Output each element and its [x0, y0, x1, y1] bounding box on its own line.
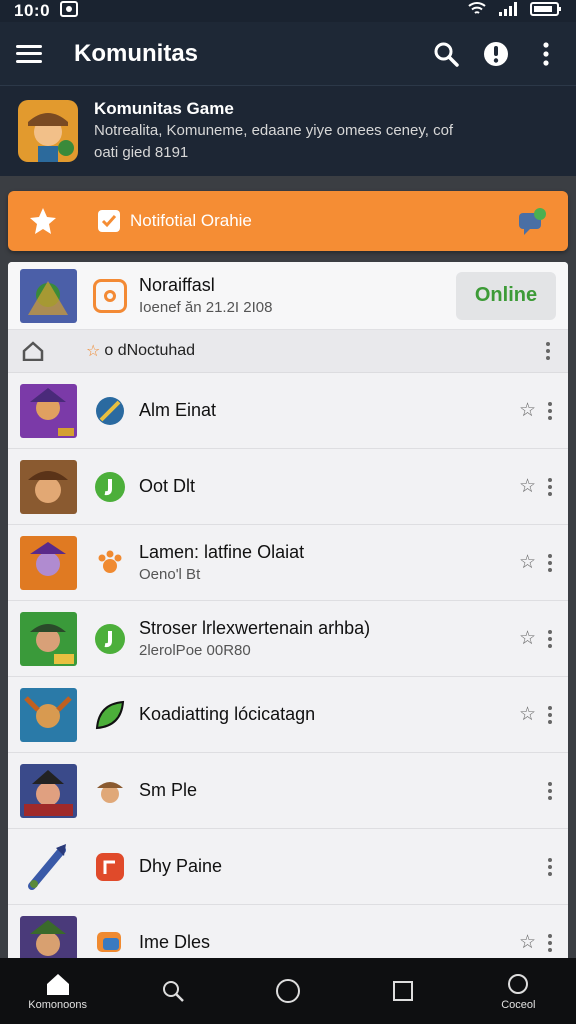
alert-icon[interactable] [482, 40, 510, 68]
list-item[interactable]: Ime Dles ☆ [8, 905, 568, 962]
favorite-star-icon[interactable]: ☆ [519, 399, 536, 422]
item-subtitle: 2lerolPoe 00R80 [139, 642, 251, 659]
menu-icon[interactable] [16, 44, 42, 63]
banner-label: Notifotial Orahie [130, 211, 252, 230]
star-icon [28, 206, 58, 236]
wifi-icon [468, 1, 486, 22]
chat-bubble-icon [93, 926, 127, 960]
home-outline-icon [22, 341, 44, 362]
status-time: 10:0 [14, 1, 51, 20]
list-item[interactable]: Oot Dlt ☆ [8, 449, 568, 525]
notification-icon [60, 0, 79, 22]
favorite-star-icon[interactable]: ☆ [519, 703, 536, 726]
favorite-star-icon[interactable]: ☆ [519, 551, 536, 574]
status-bar: 10:0 [0, 0, 576, 22]
signal-icon [498, 1, 518, 22]
more-vert-icon[interactable] [544, 856, 556, 878]
game-thumbnail [20, 535, 77, 590]
green-check-icon [93, 470, 127, 504]
list-item[interactable]: Stroser lrlexwertenain arhba) 2lerolPoe … [8, 601, 568, 677]
favorite-star-icon[interactable]: ☆ [519, 931, 536, 954]
community-description-2: oati gied 8191 [94, 144, 189, 161]
more-vert-icon[interactable] [544, 400, 556, 422]
checkbox-icon[interactable] [98, 210, 120, 232]
more-vert-icon[interactable] [544, 704, 556, 726]
game-thumbnail [20, 383, 77, 438]
favorite-star-icon[interactable]: ☆ [519, 627, 536, 650]
list-header-item[interactable]: Noraiffasl Ioenef ăn 21.2I 2I08 Online [8, 262, 568, 330]
item-title: Sm Ple [139, 780, 198, 800]
paw-icon [93, 546, 127, 580]
more-vert-icon[interactable] [544, 552, 556, 574]
list-item[interactable]: Lamen: latfine Olaiat Oeno'l Bt ☆ [8, 525, 568, 601]
more-vert-icon[interactable] [544, 932, 556, 954]
item-title: Stroser lrlexwertenain arhba) [139, 618, 371, 638]
character-icon [93, 774, 127, 808]
more-vert-icon[interactable] [544, 476, 556, 498]
more-vert-icon[interactable] [532, 40, 560, 68]
item-subtitle: Oeno'l Bt [139, 566, 201, 583]
sword-icon [93, 394, 127, 428]
item-title: Dhy Paine [139, 856, 223, 876]
community-description: Notrealita, Komuneme, edaane yiye omees … [94, 122, 454, 139]
nav-home-label: Komonoons [28, 998, 87, 1011]
community-title: Komunitas Game [94, 99, 234, 118]
list-item[interactable]: Alm Einat ☆ [8, 373, 568, 449]
header-item-subtitle: Ioenef ăn 21.2I 2I08 [139, 299, 273, 316]
battery-icon [530, 1, 562, 22]
home-icon [46, 973, 69, 995]
community-header[interactable]: Komunitas Game Notrealita, Komuneme, eda… [0, 86, 576, 176]
leaf-icon [93, 698, 127, 732]
more-vert-icon[interactable] [542, 340, 554, 362]
bottom-navigation: Komonoons Coceol [0, 958, 576, 1024]
notification-banner[interactable]: Notifotial Orahie [8, 191, 568, 251]
item-title: Ime Dles [139, 932, 211, 952]
more-vert-icon[interactable] [544, 780, 556, 802]
sub-row-label: o dNoctuhad [104, 342, 196, 359]
star-small-icon: ☆ [86, 343, 101, 360]
item-title: Lamen: latfine Olaiat [139, 542, 305, 562]
sword-thumbnail [20, 840, 77, 894]
nav-last-label: Coceol [501, 998, 536, 1011]
game-thumbnail [20, 915, 77, 962]
search-icon[interactable] [432, 40, 460, 68]
community-avatar [18, 100, 78, 162]
item-title: Alm Einat [139, 400, 217, 420]
game-thumbnail [20, 268, 77, 323]
app-bar: Komunitas [0, 22, 576, 86]
nav-home[interactable]: Komonoons [18, 972, 98, 1011]
game-thumbnail [20, 611, 77, 666]
circle-icon [275, 979, 300, 1003]
red-square-icon [93, 850, 127, 884]
page-title: Komunitas [74, 39, 199, 67]
nav-search[interactable] [133, 979, 213, 1003]
game-thumbnail [20, 687, 77, 742]
nav-recents[interactable] [363, 980, 443, 1002]
target-icon [93, 278, 127, 313]
item-title: Koadiatting lócicatagn [139, 704, 316, 724]
favorite-star-icon[interactable]: ☆ [519, 475, 536, 498]
circle-icon [508, 973, 529, 994]
item-title: Oot Dlt [139, 476, 196, 496]
nav-home-circle[interactable] [248, 978, 328, 1004]
list-item[interactable]: Koadiatting lócicatagn ☆ [8, 677, 568, 753]
search-icon [162, 981, 184, 1002]
online-button[interactable]: Online [456, 271, 556, 320]
square-icon [393, 981, 414, 1001]
header-item-title: Noraiffasl [139, 275, 215, 295]
more-vert-icon[interactable] [544, 628, 556, 650]
list-item[interactable]: Sm Ple [8, 753, 568, 829]
green-check-icon [93, 622, 127, 656]
game-thumbnail [20, 763, 77, 818]
sub-header-row[interactable]: ☆ o dNoctuhad [8, 330, 568, 373]
community-list: Noraiffasl Ioenef ăn 21.2I 2I08 Online ☆… [8, 262, 568, 962]
nav-last[interactable]: Coceol [478, 972, 558, 1011]
chat-icon[interactable] [516, 205, 548, 237]
list-item[interactable]: Dhy Paine [8, 829, 568, 905]
game-thumbnail [20, 459, 77, 514]
